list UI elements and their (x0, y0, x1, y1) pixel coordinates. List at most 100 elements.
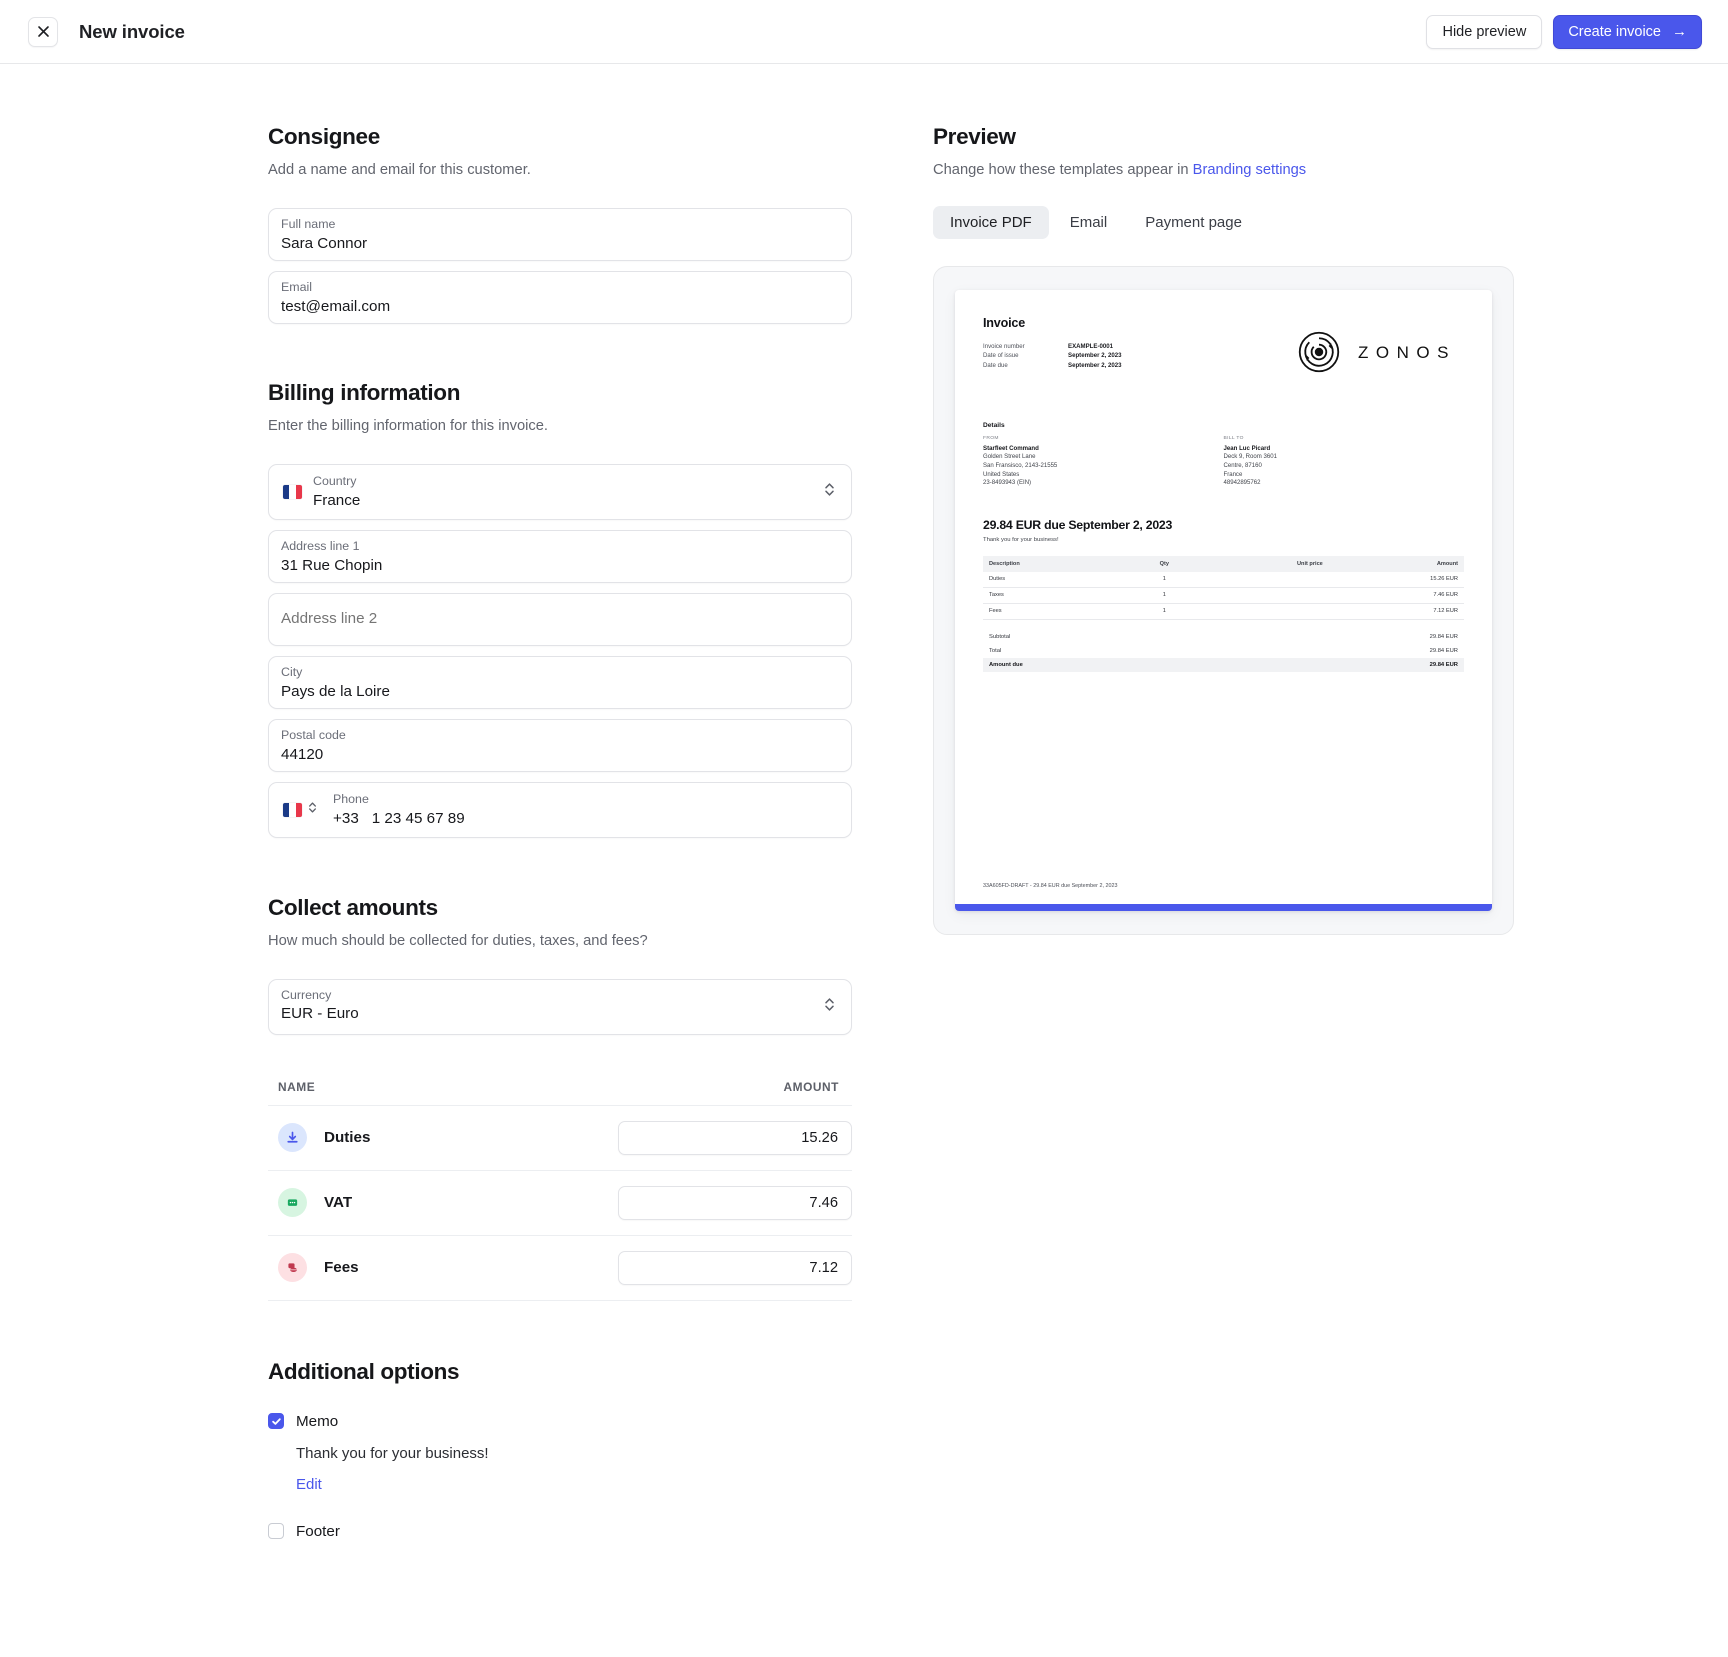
preview-subtitle-text: Change how these templates appear in (933, 162, 1193, 178)
table-row: Duties 1 15.26 EUR (983, 571, 1464, 588)
phone-dial-code: +33 (333, 809, 359, 827)
phone-label: Phone (333, 791, 369, 806)
country-label: Country (313, 473, 357, 488)
tab-email[interactable]: Email (1053, 206, 1125, 239)
country-value: France (313, 491, 361, 509)
bill-to-line: France (1223, 471, 1243, 478)
total-row: Total 29.84 EUR (983, 644, 1464, 658)
bill-to-kicker: BILL TO (1223, 435, 1244, 441)
table-header-row: Description Qty Unit price Amount (983, 555, 1464, 572)
bill-to-line: 48942895762 (1223, 480, 1261, 487)
meta-value: EXAMPLE-0001 (1068, 342, 1114, 350)
additional-options-section: Additional options Memo Thank you for yo… (268, 1359, 852, 1540)
meta-value: September 2, 2023 (1068, 352, 1122, 360)
address-line-1-input[interactable] (281, 555, 835, 575)
memo-edit-link[interactable]: Edit (296, 1476, 322, 1493)
amount-input-fees[interactable] (618, 1250, 852, 1285)
email-input[interactable] (281, 296, 835, 316)
chevron-updown-icon (824, 481, 835, 502)
amounts-col-amount: AMOUNT (783, 1079, 839, 1094)
tab-invoice-pdf[interactable]: Invoice PDF (933, 205, 1049, 239)
page-title: New invoice (79, 20, 185, 42)
col-qty: Qty (1128, 555, 1201, 572)
cell-amount: 15.26 EUR (1328, 571, 1464, 588)
amount-due-heading: 29.84 EUR due September 2, 2023 (983, 517, 1173, 532)
meta-row: Invoice number EXAMPLE-0001 (983, 343, 1297, 350)
from-name: Starfleet Command (983, 444, 1039, 452)
invoice-doc-footer: 33A605FD-DRAFT - 29.84 EUR due September… (983, 882, 1118, 889)
cell-qty: 1 (1128, 571, 1201, 588)
footer-label: Footer (296, 1522, 340, 1540)
preview-column: Preview Change how these templates appea… (933, 124, 1533, 1540)
footer-option-row[interactable]: Footer (268, 1523, 852, 1540)
meta-row: Date due September 2, 2023 (983, 362, 1297, 369)
address-line-2-field[interactable] (268, 592, 852, 646)
full-name-input[interactable] (281, 233, 835, 253)
total-row: Subtotal 29.84 EUR (983, 630, 1464, 644)
footer-checkbox[interactable] (268, 1523, 284, 1540)
close-button[interactable] (28, 16, 58, 47)
form-column: Consignee Add a name and email for this … (268, 124, 852, 1540)
total-value: 29.84 EUR (1429, 647, 1458, 654)
cell-qty: 1 (1128, 603, 1201, 620)
cell-unit-price (1200, 603, 1329, 620)
address-line-1-field[interactable]: Address line 1 (268, 529, 852, 583)
preview-tabs: Invoice PDF Email Payment page (933, 205, 1533, 239)
preview-subtitle: Change how these templates appear in Bra… (933, 161, 1533, 181)
bill-to-name: Jean Luc Picard (1223, 444, 1271, 452)
address-line-2-input[interactable] (281, 609, 835, 629)
email-field[interactable]: Email (268, 270, 852, 324)
top-bar-actions: Hide preview Create invoice → (1426, 14, 1702, 49)
details-heading: Details (983, 421, 1005, 429)
cell-amount: 7.12 EUR (1328, 603, 1464, 620)
preview-frame: Invoice Invoice number EXAMPLE-0001 Date… (933, 265, 1514, 935)
from-line: 23-8493943 (EIN) (983, 480, 1032, 487)
postal-code-field[interactable]: Postal code (268, 718, 852, 772)
billing-subtitle: Enter the billing information for this i… (268, 417, 549, 434)
col-unit-price: Unit price (1200, 555, 1329, 572)
city-input[interactable] (281, 681, 835, 701)
address-line-1-label: Address line 1 (281, 538, 360, 553)
memo-option-row[interactable]: Memo (268, 1413, 852, 1430)
table-row: Fees (268, 1236, 852, 1301)
bill-to-block: BILL TO Jean Luc Picard Deck 9, Room 360… (1224, 436, 1465, 489)
currency-select[interactable]: Currency EUR - Euro (268, 978, 852, 1035)
country-select[interactable]: Country France (268, 463, 852, 520)
amounts-table-header: NAME AMOUNT (268, 1060, 852, 1106)
postal-code-input[interactable] (281, 744, 835, 764)
invoice-doc-meta: Invoice number EXAMPLE-0001 Date of issu… (983, 343, 1297, 369)
billing-section: Billing information Enter the billing in… (268, 380, 852, 838)
table-row: Taxes 1 7.46 EUR (983, 587, 1464, 604)
meta-key: Date due (983, 361, 1008, 369)
cell-description: Duties (983, 571, 1129, 588)
phone-field[interactable]: Phone +33 1 23 45 67 89 (268, 781, 852, 838)
fees-coins-icon (278, 1253, 307, 1283)
consignee-subtitle: Add a name and email for this customer. (268, 162, 531, 178)
branding-settings-link[interactable]: Branding settings (1193, 162, 1307, 178)
city-field[interactable]: City (268, 655, 852, 709)
from-kicker: FROM (983, 435, 999, 441)
col-amount: Amount (1328, 555, 1464, 572)
table-row: Duties (268, 1106, 852, 1171)
memo-checkbox[interactable] (268, 1413, 284, 1430)
amounts-col-name: NAME (278, 1079, 316, 1094)
bill-to-line: Deck 9, Room 3601 (1223, 454, 1277, 461)
vat-receipt-icon (278, 1188, 307, 1218)
create-invoice-label: Create invoice (1568, 23, 1661, 40)
phone-country-select[interactable] (283, 801, 317, 819)
create-invoice-button[interactable]: Create invoice → (1553, 14, 1702, 49)
invoice-memo: Thank you for your business! (983, 536, 1059, 543)
email-label: Email (281, 279, 312, 294)
chevron-updown-icon (824, 996, 835, 1017)
amount-input-duties[interactable] (618, 1120, 852, 1155)
amount-input-vat[interactable] (618, 1185, 852, 1220)
chevron-updown-icon (308, 801, 317, 819)
full-name-field[interactable]: Full name (268, 207, 852, 261)
memo-text: Thank you for your business! (296, 1444, 489, 1462)
total-value: 29.84 EUR (1429, 661, 1458, 668)
consignee-section: Consignee Add a name and email for this … (268, 124, 852, 324)
phone-number[interactable]: 1 23 45 67 89 (372, 809, 465, 828)
hide-preview-button[interactable]: Hide preview (1426, 14, 1543, 49)
tab-payment-page[interactable]: Payment page (1128, 206, 1259, 239)
memo-label: Memo (296, 1412, 339, 1430)
